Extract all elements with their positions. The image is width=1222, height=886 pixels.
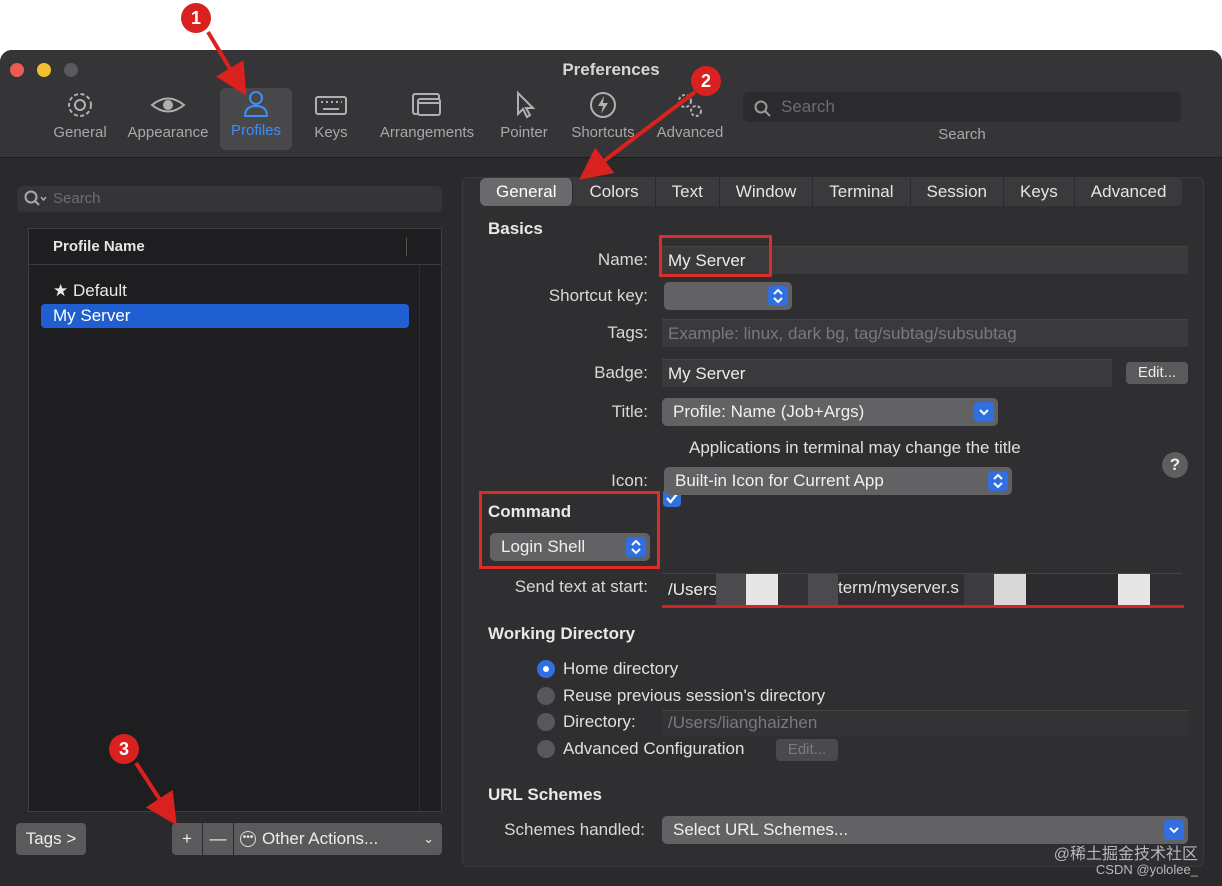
- annotation-arrows: [134, 30, 697, 826]
- annotation-badge-2: 2: [691, 66, 721, 96]
- arrow-3: [134, 761, 177, 826]
- arrow-2: [579, 90, 697, 180]
- arrow-1: [206, 30, 247, 96]
- watermark-csdn: CSDN @yololee_: [1095, 862, 1198, 877]
- watermark-juejin: @稀土掘金技术社区: [1053, 846, 1198, 863]
- annotation-badge-3: 3: [109, 734, 139, 764]
- annotation-badge-1: 1: [181, 3, 211, 33]
